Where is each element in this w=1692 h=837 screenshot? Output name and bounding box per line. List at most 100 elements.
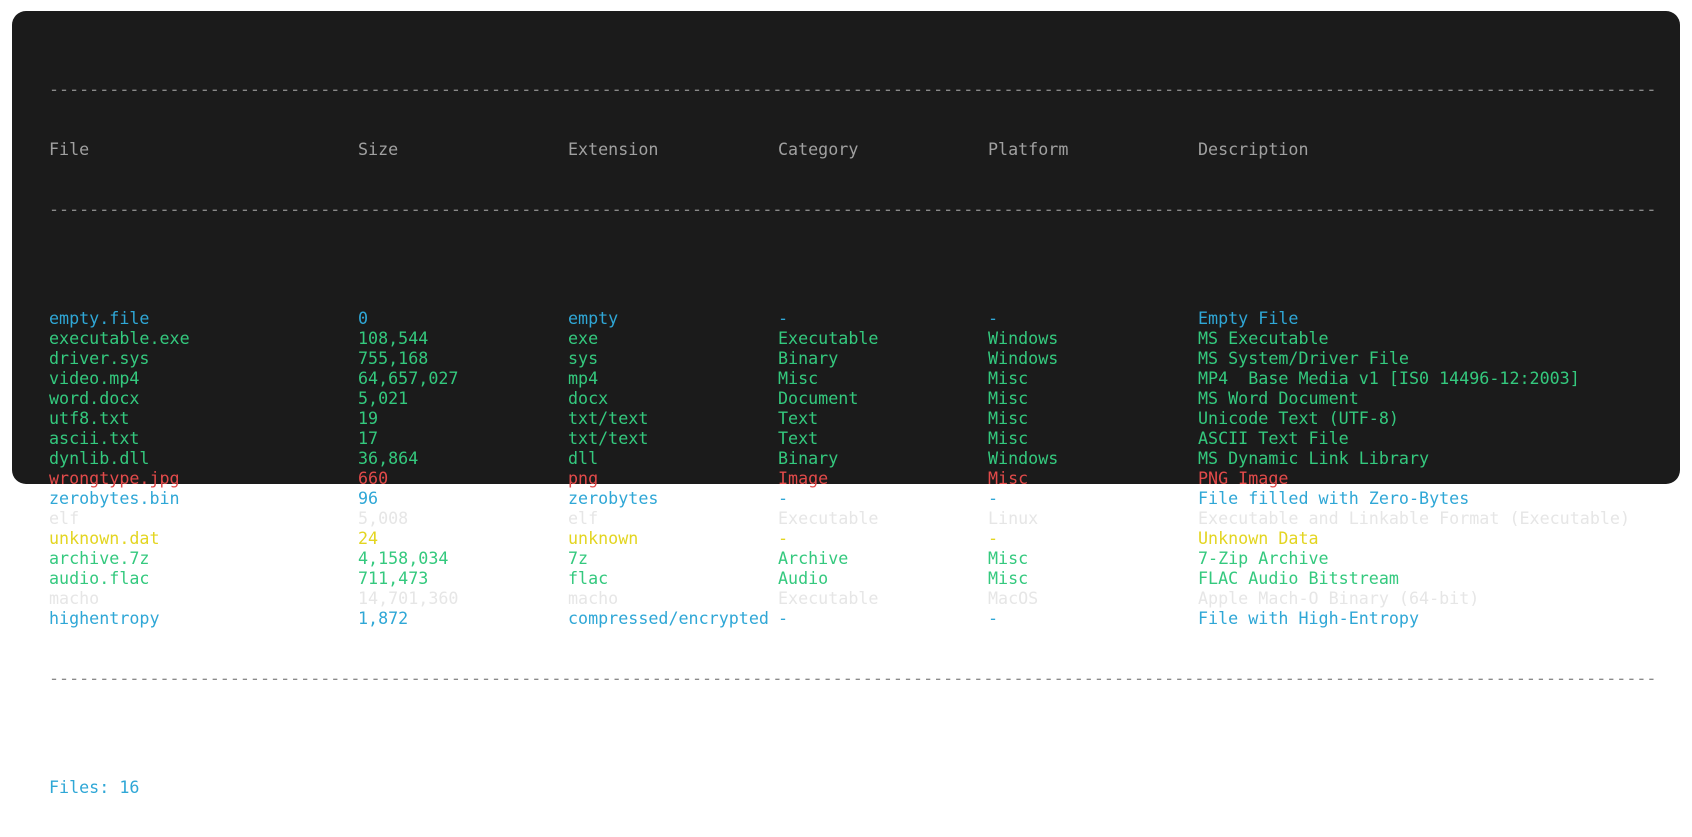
terminal-output: ----------------------------------------… xyxy=(49,39,1659,837)
cell-file: wrongtype.jpg xyxy=(49,468,180,488)
cell-size: 711,473 xyxy=(358,568,429,588)
cell-file: highentropy xyxy=(49,608,160,628)
cell-extension: 7z xyxy=(568,548,589,568)
cell-extension: png xyxy=(568,468,599,488)
table-row: audio.flac 711,473 flac Audio Misc FLAC Audio… xyxy=(49,568,1659,588)
cell-extension: compressed/encrypted xyxy=(568,608,769,628)
cell-size: 5,021 xyxy=(358,388,409,408)
cell-size: 5,008 xyxy=(358,508,409,528)
terminal-window: ----------------------------------------… xyxy=(12,11,1680,797)
cell-description: Empty File xyxy=(1198,308,1299,328)
cell-platform: Misc xyxy=(988,368,1029,388)
cell-category: Text xyxy=(778,428,819,448)
cell-size: 0 xyxy=(358,308,369,328)
cell-description: File filled with Zero-Bytes xyxy=(1198,488,1470,508)
cell-file: unknown.dat xyxy=(49,528,160,548)
cell-extension: docx xyxy=(568,388,609,408)
header-file: File xyxy=(49,139,90,159)
cell-platform: - xyxy=(988,308,999,328)
cell-category: Image xyxy=(778,468,829,488)
cell-size: 1,872 xyxy=(358,608,409,628)
cell-category: - xyxy=(778,308,789,328)
cell-size: 24 xyxy=(358,528,379,548)
cell-extension: exe xyxy=(568,328,599,348)
cell-file: ascii.txt xyxy=(49,428,140,448)
cell-file: video.mp4 xyxy=(49,368,140,388)
cell-platform: MacOS xyxy=(988,588,1039,608)
cell-category: - xyxy=(778,608,789,628)
header-extension: Extension xyxy=(568,139,659,159)
cell-size: 17 xyxy=(358,428,379,448)
cell-extension: sys xyxy=(568,348,599,368)
header-platform: Platform xyxy=(988,139,1069,159)
cell-platform: Linux xyxy=(988,508,1039,528)
cell-category: Audio xyxy=(778,568,829,588)
cell-extension: unknown xyxy=(568,528,639,548)
table-row: elf 5,008 elf Executable Linux Executable and… xyxy=(49,508,1659,528)
cell-size: 96 xyxy=(358,488,379,508)
cell-platform: Misc xyxy=(988,468,1029,488)
cell-extension: flac xyxy=(568,568,609,588)
cell-size: 64,657,027 xyxy=(358,368,459,388)
table-row: dynlib.dll 36,864 dll Binary Windows MS Dynam… xyxy=(49,448,1659,468)
cell-description: File with High-Entropy xyxy=(1198,608,1420,628)
table-row: word.docx 5,021 docx Document Misc MS Word Do… xyxy=(49,388,1659,408)
cell-platform: - xyxy=(988,608,999,628)
table-row: zerobytes.bin 96 zerobytes - - File filled wi… xyxy=(49,488,1659,508)
cell-description: Executable and Linkable Format (Executab… xyxy=(1198,508,1631,528)
cell-file: empty.file xyxy=(49,308,150,328)
separator-bottom: ----------------------------------------… xyxy=(49,668,1659,688)
cell-description: PNG Image xyxy=(1198,468,1289,488)
cell-description: Unknown Data xyxy=(1198,528,1319,548)
cell-size: 36,864 xyxy=(358,448,419,468)
cell-platform: Misc xyxy=(988,548,1029,568)
cell-size: 755,168 xyxy=(358,348,429,368)
cell-platform: - xyxy=(988,488,999,508)
table-row: unknown.dat 24 unknown - - Unknown Data xyxy=(49,528,1659,548)
cell-description: MS Word Document xyxy=(1198,388,1359,408)
table-header: File Size Extension Category Platform De… xyxy=(49,139,1659,159)
cell-file: elf xyxy=(49,508,80,528)
cell-file: archive.7z xyxy=(49,548,150,568)
cell-extension: macho xyxy=(568,588,619,608)
file-table-body: empty.file 0 empty - - Empty File executable.e… xyxy=(49,308,1659,628)
cell-file: macho xyxy=(49,588,100,608)
table-row: driver.sys 755,168 sys Binary Windows MS Syst… xyxy=(49,348,1659,368)
cell-category: - xyxy=(778,488,789,508)
cell-category: Binary xyxy=(778,348,839,368)
files-count: Files: 16 xyxy=(49,777,140,797)
cell-size: 660 xyxy=(358,468,389,488)
cell-description: FLAC Audio Bitstream xyxy=(1198,568,1399,588)
cell-category: Text xyxy=(778,408,819,428)
cell-platform: Windows xyxy=(988,348,1059,368)
table-row: executable.exe 108,544 exe Executable Window… xyxy=(49,328,1659,348)
cell-file: dynlib.dll xyxy=(49,448,150,468)
cell-description: Apple Mach-O Binary (64-bit) xyxy=(1198,588,1480,608)
cell-size: 19 xyxy=(358,408,379,428)
cell-platform: Misc xyxy=(988,428,1029,448)
table-row: highentropy 1,872 compressed/encrypted - - Fi… xyxy=(49,608,1659,628)
cell-category: Executable xyxy=(778,328,879,348)
cell-description: MS Executable xyxy=(1198,328,1329,348)
cell-category: Misc xyxy=(778,368,819,388)
header-category: Category xyxy=(778,139,859,159)
cell-platform: Misc xyxy=(988,388,1029,408)
cell-extension: empty xyxy=(568,308,619,328)
cell-description: MS System/Driver File xyxy=(1198,348,1409,368)
cell-description: MS Dynamic Link Library xyxy=(1198,448,1430,468)
cell-extension: txt/text xyxy=(568,428,649,448)
cell-extension: txt/text xyxy=(568,408,649,428)
table-row: ascii.txt 17 txt/text Text Misc ASCII Text Fi… xyxy=(49,428,1659,448)
table-row: video.mp4 64,657,027 mp4 Misc Misc MP4 Base M… xyxy=(49,368,1659,388)
table-row: empty.file 0 empty - - Empty File xyxy=(49,308,1659,328)
cell-size: 14,701,360 xyxy=(358,588,459,608)
header-description: Description xyxy=(1198,139,1309,159)
cell-extension: elf xyxy=(568,508,599,528)
cell-platform: Windows xyxy=(988,328,1059,348)
table-row: utf8.txt 19 txt/text Text Misc Unicode Text (… xyxy=(49,408,1659,428)
cell-file: word.docx xyxy=(49,388,140,408)
cell-category: Archive xyxy=(778,548,849,568)
separator-top: ----------------------------------------… xyxy=(49,79,1659,99)
table-row: archive.7z 4,158,034 7z Archive Misc 7-Zip Ar… xyxy=(49,548,1659,568)
cell-extension: dll xyxy=(568,448,599,468)
